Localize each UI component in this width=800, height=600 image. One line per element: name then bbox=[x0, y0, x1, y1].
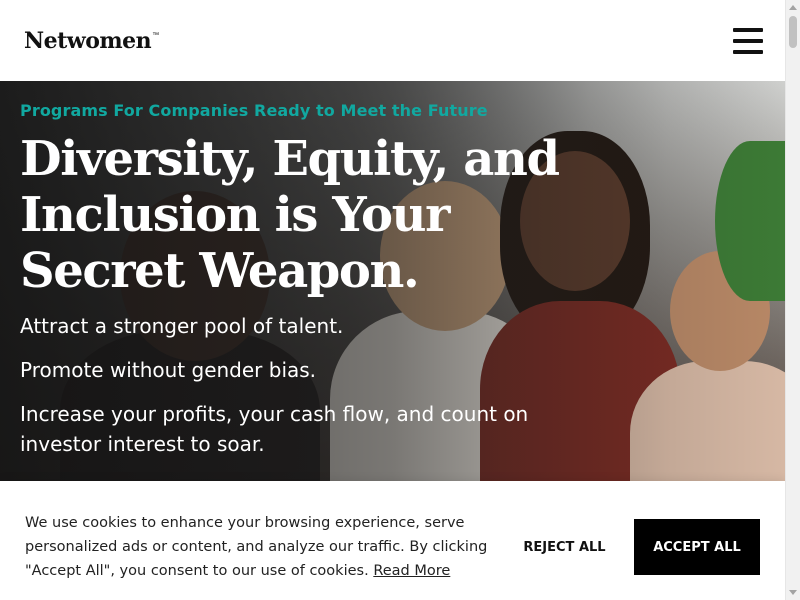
hamburger-bar bbox=[733, 27, 763, 32]
logo-text: Netwomen bbox=[24, 27, 152, 54]
hero-content: Programs For Companies Ready to Meet the… bbox=[20, 99, 580, 459]
hero-eyebrow: Programs For Companies Ready to Meet the… bbox=[20, 101, 488, 120]
netwomen-logo[interactable]: Netwomen ™ bbox=[24, 28, 159, 54]
hamburger-icon[interactable] bbox=[733, 27, 763, 54]
hero-line-talent: Attract a stronger pool of talent. bbox=[20, 314, 344, 338]
hero-line-profits: Increase your profits, your cash flow, a… bbox=[20, 402, 529, 456]
logo-trademark: ™ bbox=[152, 31, 159, 39]
scroll-up-arrow-icon[interactable] bbox=[789, 5, 797, 10]
cookie-message: We use cookies to enhance your browsing … bbox=[25, 511, 495, 583]
scroll-down-arrow-icon[interactable] bbox=[789, 590, 797, 595]
reject-all-button[interactable]: REJECT ALL bbox=[512, 519, 617, 575]
site-header: Netwomen ™ bbox=[0, 0, 785, 81]
accept-all-button[interactable]: ACCEPT ALL bbox=[634, 519, 760, 575]
hero-line-promote: Promote without gender bias. bbox=[20, 358, 317, 382]
hero-section: Programs For Companies Ready to Meet the… bbox=[0, 81, 785, 481]
hamburger-bar bbox=[733, 38, 763, 43]
hamburger-bar bbox=[733, 49, 763, 54]
scrollbar-thumb[interactable] bbox=[789, 16, 797, 48]
read-more-link[interactable]: Read More bbox=[373, 563, 450, 579]
cookie-banner: We use cookies to enhance your browsing … bbox=[0, 481, 785, 600]
page-scrollbar[interactable] bbox=[785, 0, 800, 600]
hero-headline: Diversity, Equity, and Inclusion is Your… bbox=[20, 131, 560, 299]
